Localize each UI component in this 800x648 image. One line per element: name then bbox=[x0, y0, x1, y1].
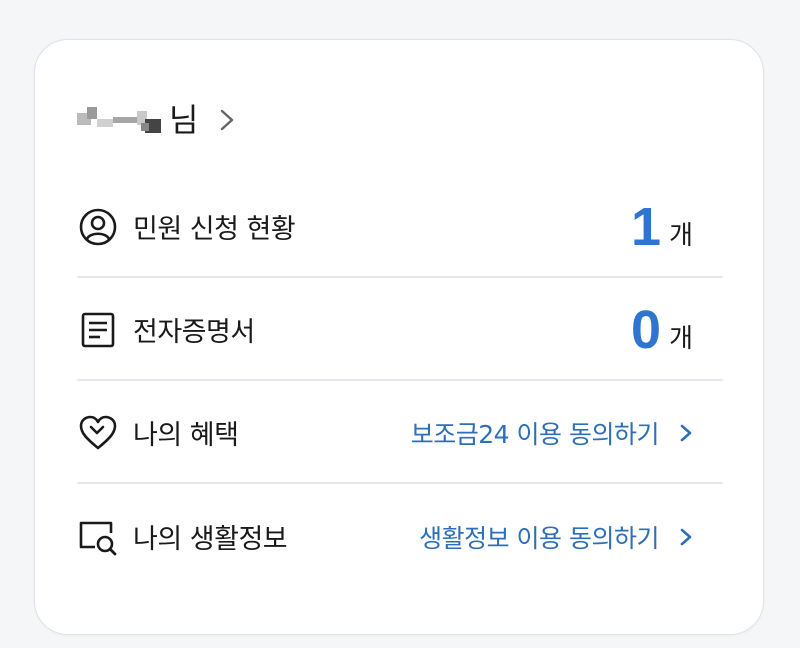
chevron-right-icon bbox=[221, 109, 234, 131]
consent-link-group[interactable]: 보조금24 이용 동의하기 bbox=[411, 415, 723, 451]
count-unit: 개 bbox=[669, 324, 693, 354]
count-value: 1 bbox=[631, 196, 662, 257]
person-circle-icon bbox=[77, 206, 119, 248]
civil-petition-status-row[interactable]: 민원 신청 현황 1 개 bbox=[77, 177, 723, 278]
my-benefits-row[interactable]: 나의 혜택 보조금24 이용 동의하기 bbox=[77, 383, 723, 484]
my-life-info-row[interactable]: 나의 생활정보 생활정보 이용 동의하기 bbox=[77, 486, 723, 587]
user-name-suffix: 님 bbox=[169, 101, 199, 139]
user-profile-link[interactable]: 님 bbox=[75, 92, 236, 148]
count-group: 0 개 bbox=[631, 303, 723, 357]
consent-link-group[interactable]: 생활정보 이용 동의하기 bbox=[419, 519, 723, 555]
blurred-user-name bbox=[75, 105, 167, 135]
document-icon bbox=[77, 309, 119, 351]
row-label: 민원 신청 현황 bbox=[133, 214, 296, 245]
chevron-right-icon bbox=[680, 528, 692, 545]
chevron-right-icon bbox=[680, 424, 692, 441]
subsidy-consent-link[interactable]: 보조금24 이용 동의하기 bbox=[411, 415, 660, 451]
heart-icon bbox=[77, 412, 119, 454]
search-window-icon bbox=[77, 516, 119, 558]
row-label: 나의 혜택 bbox=[133, 420, 239, 451]
count-unit: 개 bbox=[669, 221, 693, 251]
row-label: 전자증명서 bbox=[133, 317, 255, 348]
my-page-card: 님 민원 신청 현황 1 개 전자증명서 0 개 나의 혜택 보조금24 이용 … bbox=[34, 39, 764, 635]
e-certificate-row[interactable]: 전자증명서 0 개 bbox=[77, 280, 723, 381]
count-value: 0 bbox=[631, 299, 662, 360]
row-label: 나의 생활정보 bbox=[133, 524, 288, 555]
life-info-consent-link[interactable]: 생활정보 이용 동의하기 bbox=[419, 519, 659, 555]
count-group: 1 개 bbox=[631, 200, 723, 254]
